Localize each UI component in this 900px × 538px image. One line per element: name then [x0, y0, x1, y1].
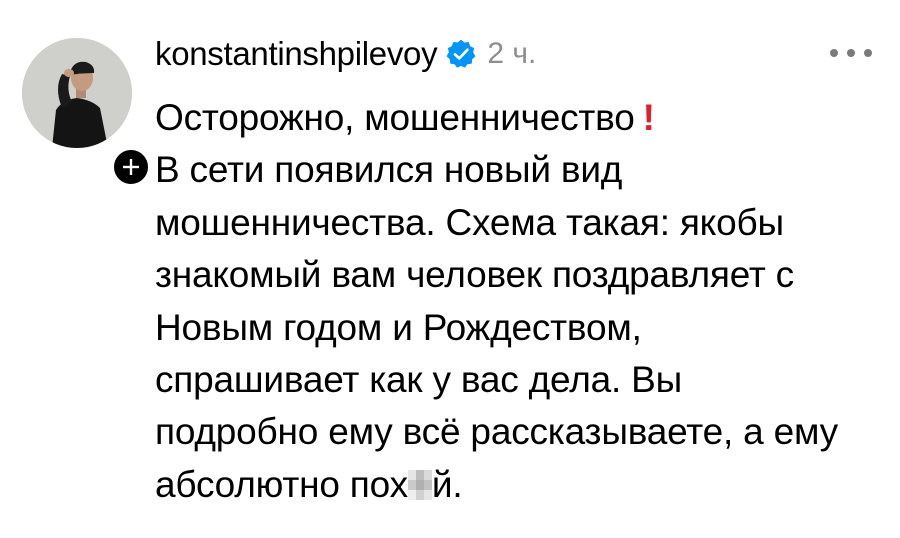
plus-icon	[123, 159, 139, 175]
avatar[interactable]	[22, 38, 132, 148]
comment-post: konstantinshpilevoy 2 ч. Осторожно, моше…	[0, 0, 900, 538]
comment-line: мошенничества. Схема такая: якобы	[155, 201, 784, 243]
comment-line: знакомый вам человек поздравляет с	[155, 254, 794, 296]
comment-line: В сети появился новый вид	[155, 149, 623, 191]
follow-button[interactable]	[110, 146, 152, 188]
comment-body: Осторожно, мошенничество! В сети появилс…	[155, 92, 875, 511]
more-dots-icon	[864, 49, 872, 57]
timestamp: 2 ч.	[487, 37, 537, 70]
username-link[interactable]: konstantinshpilevoy	[155, 35, 438, 73]
exclamation-emoji-icon: !	[642, 97, 655, 138]
more-dots-icon	[830, 49, 838, 57]
comment-line-start: абсолютно пох	[155, 463, 408, 505]
comment-last-line: абсолютно пох й.	[155, 459, 875, 511]
avatar-container[interactable]	[22, 38, 152, 188]
comment-line: спрашивает как у вас дела. Вы	[155, 359, 682, 401]
more-options-button[interactable]	[826, 38, 876, 68]
comment-title-line: Осторожно, мошенничество!	[155, 92, 875, 144]
more-dots-icon	[847, 49, 855, 57]
comment-header: konstantinshpilevoy 2 ч.	[155, 30, 536, 78]
verified-badge-icon	[445, 38, 477, 70]
censored-blur	[407, 469, 432, 500]
comment-line: Новым годом и Рождеством,	[155, 306, 642, 348]
comment-title: Осторожно, мошенничество	[155, 97, 635, 138]
comment-line-end: й.	[431, 463, 463, 505]
comment-line: подробно ему всё рассказываете, а ему	[155, 411, 838, 453]
